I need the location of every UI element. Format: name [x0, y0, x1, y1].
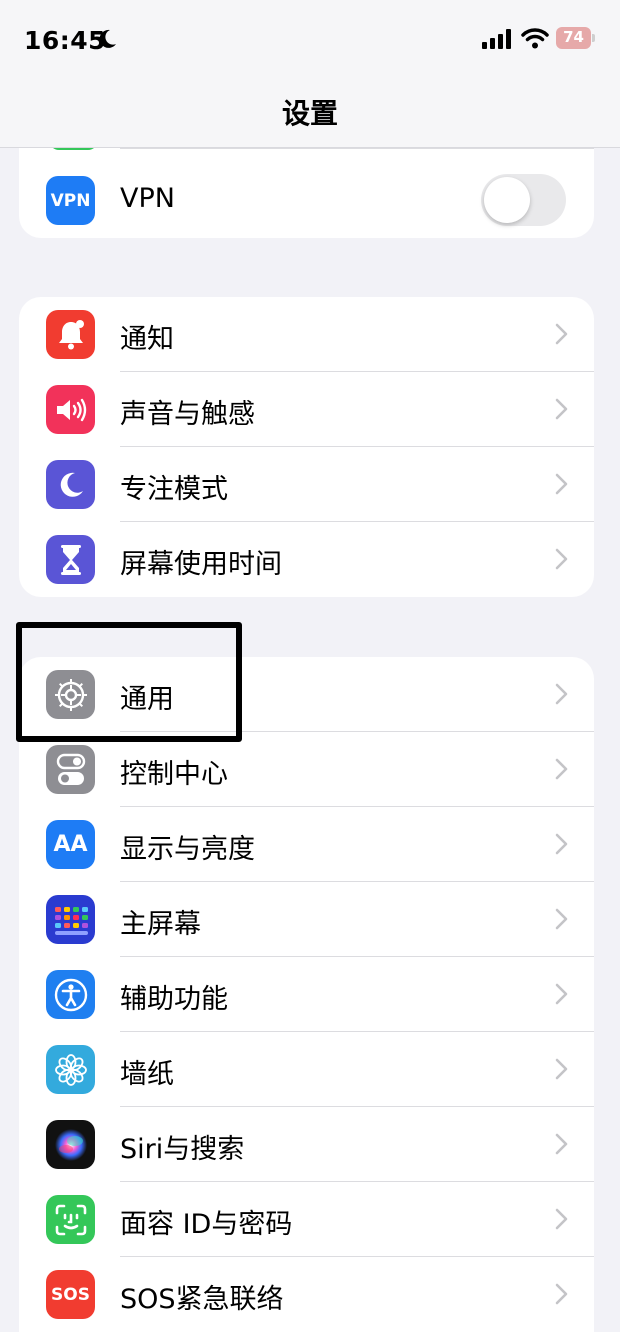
vpn-toggle[interactable] — [481, 174, 566, 226]
notifications-group: 通知声音与触感专注模式屏幕使用时间 — [19, 297, 594, 597]
chevron-right-icon — [555, 983, 568, 1005]
chevron-right-icon — [555, 683, 568, 705]
page-title: 设置 — [281, 97, 338, 130]
accessibility-icon — [46, 970, 95, 1019]
settings-row[interactable]: 主屏幕 — [19, 882, 594, 957]
row-label: 控制中心 — [120, 759, 228, 790]
row-label: 声音与触感 — [120, 399, 255, 430]
chevron-right-icon — [555, 548, 568, 570]
chevron-right-icon — [555, 1283, 568, 1305]
chevron-right-icon — [555, 758, 568, 780]
speaker-icon — [46, 385, 95, 434]
battery-level: 74 — [563, 28, 584, 46]
battery-icon: 74 — [556, 27, 596, 49]
toggle-knob — [484, 177, 530, 223]
cellular-signal-icon — [482, 29, 511, 49]
wifi-icon — [521, 28, 549, 49]
vpn-label: VPN — [120, 183, 175, 214]
switches-icon — [46, 745, 95, 794]
row-label: 面容 ID与密码 — [120, 1209, 293, 1240]
settings-row[interactable]: 专注模式 — [19, 447, 594, 522]
settings-row[interactable]: 面容 ID与密码 — [19, 1182, 594, 1257]
row-label: Siri与搜索 — [120, 1134, 245, 1165]
chevron-right-icon — [555, 398, 568, 420]
row-label: 显示与亮度 — [120, 834, 255, 865]
highlight-box — [16, 622, 242, 742]
bell-icon — [46, 310, 95, 359]
focus-moon-icon — [99, 29, 116, 48]
settings-row[interactable]: 屏幕使用时间 — [19, 522, 594, 597]
chevron-right-icon — [555, 908, 568, 930]
row-label: 墙纸 — [120, 1059, 174, 1090]
settings-row[interactable]: 通知 — [19, 297, 594, 372]
face-id-icon — [46, 1195, 95, 1244]
navigation-bar: 设置 — [0, 78, 620, 148]
chevron-right-icon — [555, 1058, 568, 1080]
chevron-right-icon — [555, 833, 568, 855]
vpn-icon: VPN — [46, 176, 95, 225]
status-time: 16:45 — [24, 26, 107, 55]
vpn-row[interactable]: VPN VPN — [19, 163, 594, 238]
app-grid-icon — [46, 895, 95, 944]
row-label: 主屏幕 — [120, 909, 201, 940]
settings-row[interactable]: AA 显示与亮度 — [19, 807, 594, 882]
icon-text: SOS — [51, 1284, 90, 1305]
icon-text: AA — [53, 832, 88, 857]
moon-icon — [46, 460, 95, 509]
vpn-group: VPN VPN — [19, 148, 594, 238]
settings-row[interactable]: SOS SOS紧急联络 — [19, 1257, 594, 1332]
chevron-right-icon — [555, 473, 568, 495]
settings-row[interactable]: Siri与搜索 — [19, 1107, 594, 1182]
chevron-right-icon — [555, 323, 568, 345]
row-label: SOS紧急联络 — [120, 1284, 284, 1315]
row-label: 屏幕使用时间 — [120, 549, 282, 580]
row-label: 通知 — [120, 324, 174, 355]
vpn-icon-text: VPN — [50, 190, 91, 211]
chevron-right-icon — [555, 1208, 568, 1230]
cut-off-icon — [49, 148, 98, 150]
settings-row[interactable]: 声音与触感 — [19, 372, 594, 447]
sos-icon: SOS — [46, 1270, 95, 1319]
settings-row[interactable]: 墙纸 — [19, 1032, 594, 1107]
text-size-icon: AA — [46, 820, 95, 869]
row-label: 辅助功能 — [120, 984, 228, 1015]
settings-row[interactable]: 控制中心 — [19, 732, 594, 807]
row-label: 专注模式 — [120, 474, 228, 505]
flower-icon — [46, 1045, 95, 1094]
hourglass-icon — [46, 535, 95, 584]
status-bar: 16:45 74 — [0, 0, 620, 78]
settings-row[interactable]: 辅助功能 — [19, 957, 594, 1032]
chevron-right-icon — [555, 1133, 568, 1155]
general-group: 通用 控制中心 AA 显示与亮度 主屏幕 辅助功能 墙纸 Siri与搜索 面容 ID与密码 SOS… — [19, 657, 594, 1332]
siri-icon — [46, 1120, 95, 1169]
